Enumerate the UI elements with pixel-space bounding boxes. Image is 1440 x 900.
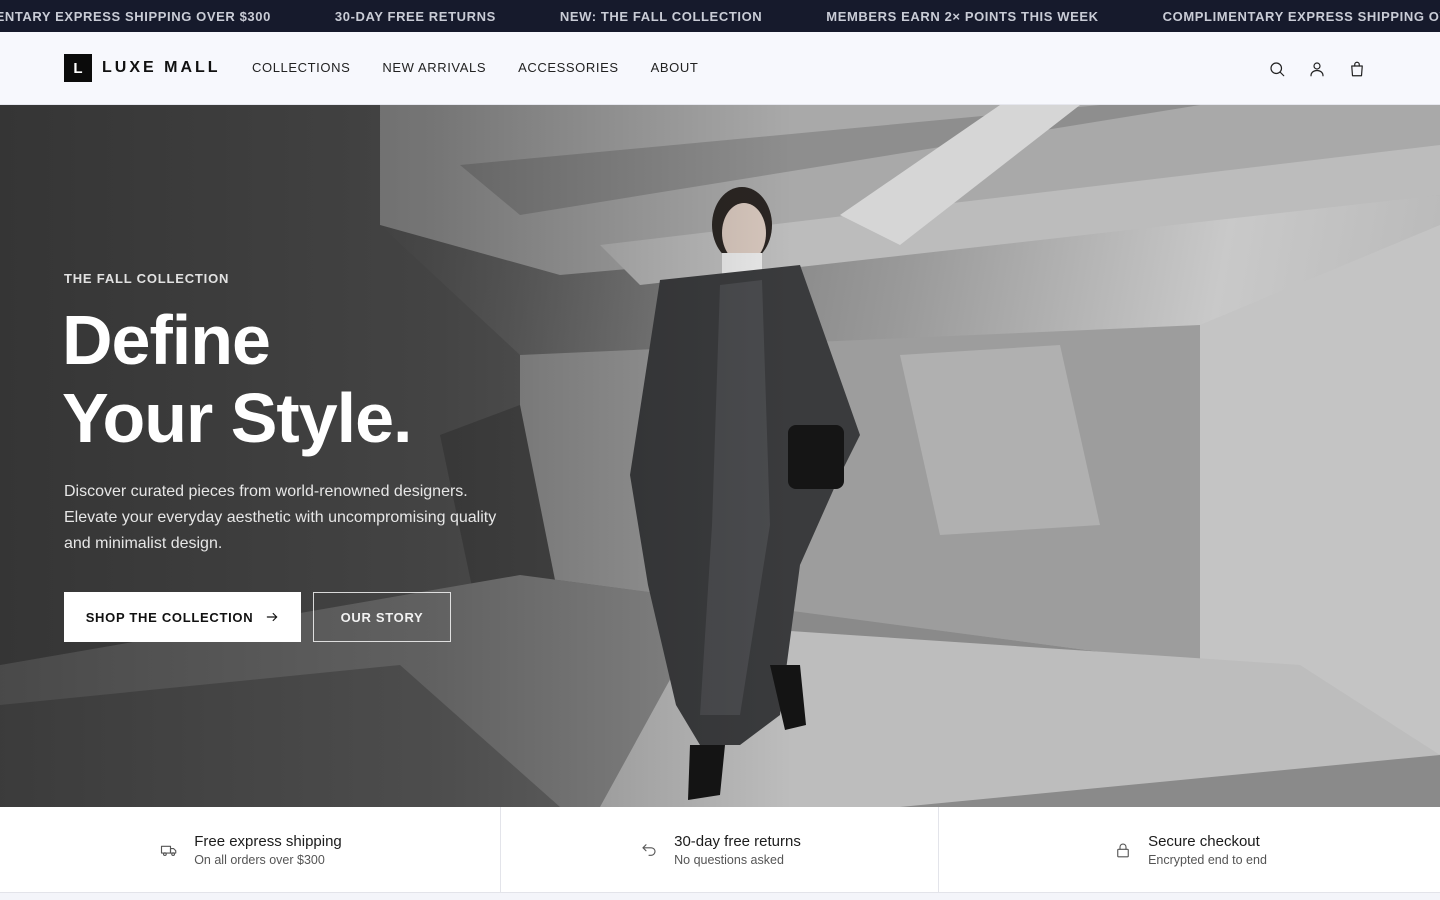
feature-strip: Free express shipping On all orders over… — [0, 807, 1440, 893]
page-bottom — [0, 893, 1440, 900]
shop-collection-label: SHOP THE COLLECTION — [85, 609, 254, 625]
ticker-item: COMPLIMENTARY EXPRESS SHIPPING OVER $300 — [1162, 8, 1440, 24]
lock-icon — [1112, 839, 1134, 861]
hero-subtext: Discover curated pieces from world-renow… — [64, 483, 497, 552]
main-nav: COLLECTIONS NEW ARRIVALS ACCESSORIES ABO… — [252, 60, 730, 75]
headline-line-2: Your Style. — [62, 379, 412, 457]
hero-headline: Define Your Style. — [62, 301, 412, 457]
logo-text: LUXE MALL — [102, 59, 221, 76]
feature-subtitle: No questions asked — [674, 853, 784, 867]
announcement-ticker: COMPLIMENTARY EXPRESS SHIPPING OVER $300… — [0, 0, 1440, 32]
nav-item-new-arrivals[interactable]: NEW ARRIVALS — [382, 60, 486, 75]
feature-text: Secure checkout Encrypted end to end — [1148, 833, 1267, 867]
shop-collection-button[interactable]: SHOP THE COLLECTION — [64, 592, 301, 642]
nav-item-collections[interactable]: COLLECTIONS — [252, 60, 350, 75]
ticker-track: COMPLIMENTARY EXPRESS SHIPPING OVER $300… — [0, 0, 1440, 32]
nav-item-accessories[interactable]: ACCESSORIES — [518, 60, 619, 75]
ticker-item: MEMBERS EARN 2× POINTS THIS WEEK — [826, 8, 1099, 24]
feature-subtitle: On all orders over $300 — [194, 853, 325, 867]
header-actions — [1248, 58, 1368, 80]
site-header: L LUXE MALL COLLECTIONS NEW ARRIVALS ACC… — [0, 32, 1440, 105]
feature-text: 30-day free returns No questions asked — [674, 833, 801, 867]
arrow-right-icon — [267, 612, 278, 622]
our-story-button[interactable]: OUR STORY — [313, 592, 451, 642]
search-icon[interactable] — [1266, 58, 1288, 80]
ticker-item: 30-DAY FREE RETURNS — [334, 8, 496, 24]
return-icon — [638, 839, 660, 861]
truck-icon — [158, 839, 180, 861]
logo-mark: L — [64, 54, 92, 82]
account-icon[interactable] — [1306, 58, 1328, 80]
headline-line-1: Define — [62, 301, 271, 379]
feature-text: Free express shipping On all orders over… — [194, 833, 342, 867]
bag-icon[interactable] — [1346, 58, 1368, 80]
feature-title: Secure checkout — [1148, 833, 1260, 850]
nav-item-about[interactable]: ABOUT — [651, 60, 699, 75]
feature-secure: Secure checkout Encrypted end to end — [939, 807, 1440, 893]
feature-returns: 30-day free returns No questions asked — [501, 807, 939, 893]
feature-subtitle: Encrypted end to end — [1148, 853, 1267, 867]
feature-title: Free express shipping — [194, 833, 342, 850]
feature-title: 30-day free returns — [674, 833, 801, 850]
hero-banner: THE FALL COLLECTION Define Your Style. D… — [0, 105, 1440, 807]
logo[interactable]: L LUXE MALL — [64, 54, 221, 82]
hero-eyebrow: THE FALL COLLECTION — [64, 271, 230, 286]
ticker-item: COMPLIMENTARY EXPRESS SHIPPING OVER $300 — [0, 8, 271, 24]
our-story-label: OUR STORY — [340, 609, 424, 625]
ticker-item: NEW: THE FALL COLLECTION — [559, 8, 763, 24]
feature-shipping: Free express shipping On all orders over… — [0, 807, 501, 893]
